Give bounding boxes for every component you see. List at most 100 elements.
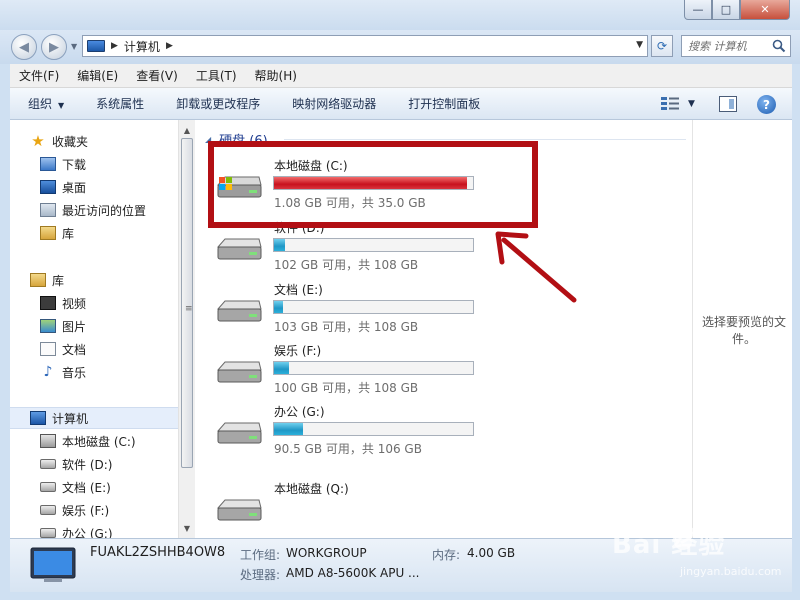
sidebar-item-label: 最近访问的位置 bbox=[62, 203, 147, 218]
refresh-button[interactable]: ⟳ bbox=[651, 35, 673, 57]
open-control-panel-button[interactable]: 打开控制面板 bbox=[392, 95, 496, 112]
drive-usage-bar bbox=[273, 300, 474, 314]
drive-usage-fill bbox=[274, 423, 304, 435]
breadcrumb-separator-icon[interactable]: ▶ bbox=[166, 41, 173, 51]
sidebar-item-label: 桌面 bbox=[62, 180, 87, 195]
breadcrumb-separator-icon[interactable]: ▶ bbox=[111, 41, 118, 51]
drive-free-space: 90.5 GB 可用，共 106 GB bbox=[274, 442, 422, 456]
close-button[interactable]: ✕ bbox=[740, 0, 790, 20]
drive-usage-bar bbox=[273, 361, 474, 375]
workgroup-value: WORKGROUP bbox=[286, 546, 367, 560]
map-network-drive-button[interactable]: 映射网络驱动器 bbox=[276, 95, 392, 112]
sidebar-item-pictures[interactable]: 图片 bbox=[10, 315, 178, 337]
desktop-icon bbox=[40, 180, 56, 194]
computer-name: FUAKL2ZSHHB4OW8 bbox=[90, 545, 226, 560]
search-placeholder: 搜索 计算机 bbox=[688, 40, 747, 53]
video-icon bbox=[40, 296, 56, 310]
sidebar-item-label: 库 bbox=[62, 226, 75, 241]
breadcrumb-computer[interactable]: 计算机 bbox=[124, 38, 160, 55]
drive-icon bbox=[216, 361, 262, 383]
star-icon: ★ bbox=[31, 132, 45, 150]
menu-file[interactable]: 文件(F) bbox=[10, 67, 68, 84]
drive-tile-q[interactable]: 本地磁盘 (Q:) bbox=[215, 480, 515, 540]
organize-button[interactable]: 组织 ▼ bbox=[10, 95, 80, 112]
preview-pane-toggle-icon[interactable] bbox=[719, 96, 737, 112]
sidebar-item-videos[interactable]: 视频 bbox=[10, 292, 178, 314]
sidebar-item-label: 收藏夹 bbox=[52, 134, 89, 149]
organize-label: 组织 bbox=[28, 97, 53, 111]
view-options-dropdown-icon[interactable]: ▼ bbox=[688, 99, 695, 109]
help-icon[interactable]: ? bbox=[757, 95, 776, 114]
drive-tile-d[interactable]: 软件 (D:) 102 GB 可用，共 108 GB bbox=[215, 219, 515, 279]
sidebar-item-drive-d[interactable]: 软件 (D:) bbox=[10, 453, 178, 475]
drive-icon bbox=[40, 505, 56, 515]
drive-usage-bar bbox=[273, 238, 474, 252]
memory-value: 4.00 GB bbox=[467, 546, 516, 560]
change-view-icon[interactable] bbox=[661, 97, 681, 111]
sidebar-item-documents[interactable]: 文档 bbox=[10, 338, 178, 360]
menu-tools[interactable]: 工具(T) bbox=[187, 67, 246, 84]
library-icon bbox=[40, 226, 56, 240]
sidebar-item-label: 计算机 bbox=[52, 411, 89, 426]
drive-icon bbox=[40, 482, 56, 492]
system-drive-icon bbox=[40, 434, 56, 448]
drive-icon bbox=[40, 459, 56, 469]
annotation-highlight-box bbox=[208, 141, 538, 228]
address-dropdown-icon[interactable]: ▼ bbox=[636, 40, 643, 50]
sidebar-item-drive-g[interactable]: 办公 (G:) bbox=[10, 522, 178, 538]
sidebar-item-label: 视频 bbox=[62, 296, 87, 311]
memory-label: 内存: bbox=[432, 548, 461, 562]
scroll-down-icon[interactable]: ▼ bbox=[179, 520, 195, 536]
navigation-pane: ★ 收藏夹 下载 桌面 最近访问的位置 库 库 视频 图片 文档 ♪ 音乐 计算… bbox=[10, 120, 178, 538]
address-bar[interactable]: ▶ 计算机 ▶ ▼ bbox=[82, 35, 648, 57]
sidebar-item-computer[interactable]: 计算机 bbox=[10, 407, 178, 429]
system-properties-button[interactable]: 系统属性 bbox=[80, 95, 160, 112]
processor-label: 处理器: bbox=[240, 568, 281, 582]
minimize-button[interactable]: — bbox=[684, 0, 712, 20]
drive-usage-fill bbox=[274, 301, 284, 313]
drive-free-space: 100 GB 可用，共 108 GB bbox=[274, 381, 419, 395]
sidebar-item-label: 本地磁盘 (C:) bbox=[62, 434, 136, 449]
recent-pages-dropdown[interactable]: ▼ bbox=[71, 42, 77, 51]
sidebar-item-drive-e[interactable]: 文档 (E:) bbox=[10, 476, 178, 498]
processor-value: AMD A8-5600K APU ... bbox=[286, 566, 420, 580]
sidebar-item-downloads[interactable]: 下载 bbox=[10, 153, 178, 175]
sidebar-item-desktop[interactable]: 桌面 bbox=[10, 176, 178, 198]
sidebar-item-libraries[interactable]: 库 bbox=[10, 269, 178, 291]
uninstall-programs-button[interactable]: 卸载或更改程序 bbox=[160, 95, 276, 112]
annotation-arrow-icon bbox=[495, 231, 577, 303]
navigation-pane-scrollbar[interactable]: ▲ ≡ ▼ bbox=[178, 120, 195, 538]
sidebar-item-recent-places[interactable]: 最近访问的位置 bbox=[10, 199, 178, 221]
sidebar-item-music[interactable]: ♪ 音乐 bbox=[10, 361, 178, 383]
sidebar-item-drive-f[interactable]: 娱乐 (F:) bbox=[10, 499, 178, 521]
menu-bar: 文件(F) 编辑(E) 查看(V) 工具(T) 帮助(H) bbox=[10, 64, 792, 88]
sidebar-item-library-shortcut[interactable]: 库 bbox=[10, 222, 178, 244]
sidebar-item-label: 下载 bbox=[62, 157, 87, 172]
menu-help[interactable]: 帮助(H) bbox=[246, 67, 306, 84]
preview-pane-message: 选择要预览的文件。 bbox=[701, 315, 786, 346]
chevron-down-icon: ▼ bbox=[58, 101, 65, 110]
scrollbar-thumb[interactable]: ≡ bbox=[181, 138, 193, 468]
title-bar bbox=[0, 0, 800, 30]
maximize-button[interactable]: □ bbox=[712, 0, 740, 20]
drive-free-space: 102 GB 可用，共 108 GB bbox=[274, 258, 419, 272]
drive-name: 本地磁盘 (Q:) bbox=[274, 482, 349, 496]
sidebar-item-label: 办公 (G:) bbox=[62, 526, 113, 539]
scroll-up-icon[interactable]: ▲ bbox=[179, 122, 195, 138]
back-button[interactable]: ◀ bbox=[11, 34, 37, 60]
computer-icon bbox=[30, 547, 76, 582]
sidebar-item-favorites[interactable]: ★ 收藏夹 bbox=[10, 130, 178, 152]
pictures-icon bbox=[40, 319, 56, 333]
drive-icon bbox=[216, 300, 262, 322]
workgroup-label: 工作组: bbox=[240, 548, 281, 562]
menu-view[interactable]: 查看(V) bbox=[127, 67, 187, 84]
menu-edit[interactable]: 编辑(E) bbox=[68, 67, 127, 84]
drive-tile-f[interactable]: 娱乐 (F:) 100 GB 可用，共 108 GB bbox=[215, 342, 515, 402]
drive-tile-g[interactable]: 办公 (G:) 90.5 GB 可用，共 106 GB bbox=[215, 403, 515, 463]
search-input[interactable]: 搜索 计算机 bbox=[681, 35, 791, 57]
drive-free-space: 103 GB 可用，共 108 GB bbox=[274, 320, 419, 334]
forward-button[interactable]: ▶ bbox=[41, 34, 67, 60]
sidebar-item-drive-c[interactable]: 本地磁盘 (C:) bbox=[10, 430, 178, 452]
group-divider bbox=[284, 139, 686, 140]
drive-tile-e[interactable]: 文档 (E:) 103 GB 可用，共 108 GB bbox=[215, 281, 515, 341]
